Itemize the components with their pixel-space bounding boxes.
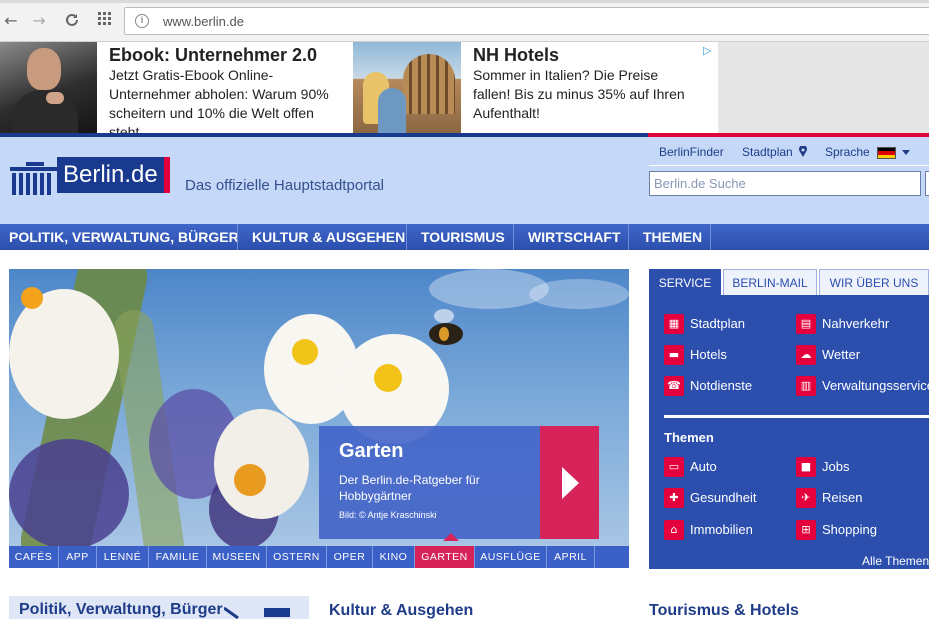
nav-tourismus[interactable]: TOURISMUS [421,224,505,250]
play-arrow-icon [562,467,579,499]
tag-garten[interactable]: GARTEN [415,546,475,568]
sprache-link[interactable]: Sprache [825,145,870,159]
phone-icon: ☎ [664,376,684,396]
ad-2-text[interactable]: Sommer in Italien? Die Preise fallen! Bi… [473,66,708,123]
site-tagline: Das offizielle Hauptstadtportal [185,177,384,194]
weather-icon: ☁ [796,345,816,365]
tag-kino[interactable]: KINO [373,546,415,568]
service-tabs: SERVICE BERLIN-MAIL WIR ÜBER UNS [649,269,929,295]
medical-cross-icon: ✚ [664,488,684,508]
hero-image[interactable]: Garten Der Berlin.de-Ratgeber für Hobbyg… [9,269,629,546]
ad-1-text[interactable]: Jetzt Gratis-Ebook Online- Unternehmer a… [109,66,349,133]
topic-tags: CAFÉS APP LENNÉ FAMILIE MUSEEN OSTERN OP… [9,546,629,568]
header-links: BerlinFinder Stadtplan Sprache [649,141,929,165]
section-tourismus[interactable]: Tourismus & Hotels [649,602,799,620]
page-info-icon[interactable]: i [135,14,149,28]
back-icon[interactable]: ← [2,12,20,30]
tab-wir-ueber-uns[interactable]: WIR ÜBER UNS [819,269,929,295]
shopping-cart-icon: ⊞ [796,520,816,540]
search-input[interactable]: Berlin.de Suche [649,171,921,196]
all-topics-link[interactable]: Alle Themen [862,554,929,568]
section-kultur[interactable]: Kultur & Ausgehen [329,602,473,620]
hero-description: Der Berlin.de-Ratgeber für Hobbygärtner [339,473,480,503]
hero-credit: Bild: © Antje Kraschinski [339,510,437,520]
divider [664,415,929,418]
german-flag-icon[interactable] [877,147,896,159]
section-politik[interactable]: Politik, Verwaltung, Bürger [9,596,309,620]
chevron-down-icon[interactable] [902,150,910,155]
nav-politik[interactable]: POLITIK, VERWALTUNG, BÜRGER [9,224,239,250]
tag-ostern[interactable]: OSTERN [267,546,327,568]
map-pin-icon [799,146,807,157]
active-tag-marker [443,533,459,541]
tag-april[interactable]: APRIL [547,546,595,568]
url-text: www.berlin.de [163,14,244,29]
tag-ausfluege[interactable]: AUSFLÜGE [475,546,547,568]
airplane-icon: ✈ [796,488,816,508]
briefcase-icon: ■ [796,457,816,477]
browser-toolbar: ← → i www.berlin.de [0,0,929,42]
section-title: Politik, Verwaltung, Bürger [19,601,223,618]
reload-icon[interactable] [63,12,81,30]
hero-title: Garten [339,440,404,462]
tag-app[interactable]: APP [59,546,97,568]
tag-oper[interactable]: OPER [327,546,373,568]
berlinfinder-link[interactable]: BerlinFinder [659,145,724,159]
forward-icon[interactable]: → [30,12,48,30]
site-header: Berlin.de Das offizielle Hauptstadtporta… [0,137,929,224]
tab-berlin-mail[interactable]: BERLIN-MAIL [723,269,817,295]
themen-heading: Themen [664,430,714,445]
map-icon: ▦ [664,314,684,334]
berlin-logo-icon[interactable] [10,159,60,199]
ad-banner: Ebook: Unternehmer 2.0 Jetzt Gratis-Eboo… [0,42,929,133]
search-button[interactable] [925,171,929,196]
site-logo[interactable]: Berlin.de [57,157,164,193]
address-bar[interactable]: i www.berlin.de [124,7,929,35]
stadtplan-link[interactable]: Stadtplan [742,145,793,159]
hero-caption[interactable]: Garten Der Berlin.de-Ratgeber für Hobbyg… [319,426,541,539]
tag-lenne[interactable]: LENNÉ [97,546,149,568]
house-icon: ⌂ [664,520,684,540]
apps-icon[interactable] [96,12,114,30]
ad-photo-businessman[interactable] [0,42,97,133]
service-panel: SERVICE BERLIN-MAIL WIR ÜBER UNS ▦ Stadtp… [649,269,929,569]
train-icon: ▤ [796,314,816,334]
ad-empty-slot [718,42,929,133]
ad-1-title[interactable]: Ebook: Unternehmer 2.0 [109,45,317,66]
main-navigation: POLITIK, VERWALTUNG, BÜRGER KULTUR & AUS… [0,224,929,250]
ad-2-title[interactable]: NH Hotels [473,45,559,66]
tab-strip [0,0,929,3]
car-icon: ▭ [664,457,684,477]
ad-photo-colosseum[interactable] [353,42,461,133]
tag-familie[interactable]: FAMILIE [149,546,207,568]
bed-icon: ▬ [664,345,684,365]
adchoices-icon[interactable]: ▷ [703,45,715,57]
tag-museen[interactable]: MUSEEN [207,546,267,568]
divider [649,165,929,166]
tab-service[interactable]: SERVICE [649,269,721,295]
tag-cafes[interactable]: CAFÉS [9,546,59,568]
nav-themen[interactable]: THEMEN [643,224,702,250]
hero-next-button[interactable] [540,426,599,539]
building-icon: ▥ [796,376,816,396]
nav-kultur[interactable]: KULTUR & AUSGEHEN [252,224,405,250]
nav-wirtschaft[interactable]: WIRTSCHAFT [528,224,621,250]
berlin-mini-logo-icon [223,606,290,620]
